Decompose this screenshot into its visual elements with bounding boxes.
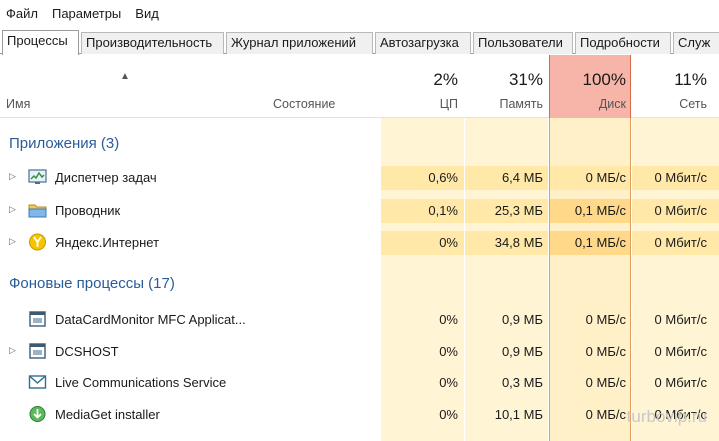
cpu-value: 0% — [439, 375, 458, 390]
disk-value: 0,1 МБ/с — [574, 203, 626, 218]
network-value: 0 Мбит/с — [654, 375, 707, 390]
tab-bar: Процессы Производительность Журнал прило… — [0, 30, 719, 55]
memory-value: 10,1 МБ — [494, 407, 543, 422]
process-name: Проводник — [55, 203, 121, 218]
tab-performance[interactable]: Производительность — [81, 32, 224, 54]
process-list: Приложения (3) ▷ Диспетчер задач 0,6% 6,… — [0, 118, 719, 441]
yandex-icon — [29, 233, 46, 251]
menu-options[interactable]: Параметры — [52, 6, 121, 21]
process-name: DataCardMonitor MFC Applicat... — [55, 312, 246, 327]
mediaget-icon — [29, 406, 46, 422]
tab-details[interactable]: Подробности — [575, 32, 671, 54]
tab-users[interactable]: Пользователи — [473, 32, 573, 54]
menu-bar: Файл Параметры Вид — [0, 0, 719, 26]
network-value: 0 Мбит/с — [654, 312, 707, 327]
header-disk[interactable]: Диск — [599, 97, 626, 111]
table-row[interactable]: ▷ Диспетчер задач 0,6% 6,4 МБ 0 МБ/с 0 М… — [0, 164, 719, 192]
network-value: 0 Мбит/с — [654, 203, 707, 218]
tab-app-history[interactable]: Журнал приложений — [226, 32, 373, 54]
expand-arrow-icon[interactable]: ▷ — [9, 345, 16, 356]
disk-value: 0 МБ/с — [585, 407, 626, 422]
memory-value: 25,3 МБ — [494, 203, 543, 218]
process-name: MediaGet installer — [55, 407, 160, 422]
memory-value: 0,9 МБ — [501, 344, 543, 359]
table-row[interactable]: ▷ DCSHOST 0% 0,9 МБ 0 МБ/с 0 Мбит/с — [0, 338, 719, 366]
disk-value: 0 МБ/с — [585, 344, 626, 359]
disk-value: 0,1 МБ/с — [574, 235, 626, 250]
memory-value: 6,4 МБ — [501, 170, 543, 185]
group-background[interactable]: Фоновые процессы (17) — [9, 275, 175, 292]
header-status[interactable]: Состояние — [273, 97, 335, 111]
expand-arrow-icon[interactable]: ▷ — [9, 171, 16, 182]
header-memory-pct[interactable]: 31% — [509, 70, 543, 90]
process-name: DCSHOST — [55, 344, 119, 359]
table-row[interactable]: MediaGet installer 0% 10,1 МБ 0 МБ/с 0 М… — [0, 401, 719, 429]
app-window-icon — [29, 311, 46, 327]
memory-value: 0,3 МБ — [501, 375, 543, 390]
network-value: 0 Мбит/с — [654, 344, 707, 359]
process-name: Яндекс.Интернет — [55, 235, 160, 250]
tab-services[interactable]: Служ — [673, 32, 719, 54]
memory-value: 34,8 МБ — [494, 235, 543, 250]
cpu-value: 0% — [439, 344, 458, 359]
header-name[interactable]: Имя — [6, 97, 30, 111]
disk-value: 0 МБ/с — [585, 312, 626, 327]
table-row[interactable]: DataCardMonitor MFC Applicat... 0% 0,9 М… — [0, 306, 719, 334]
header-network[interactable]: Сеть — [679, 97, 707, 111]
expand-arrow-icon[interactable]: ▷ — [9, 204, 16, 215]
tab-processes[interactable]: Процессы — [2, 30, 79, 55]
group-apps[interactable]: Приложения (3) — [9, 135, 119, 152]
process-name: Диспетчер задач — [55, 170, 157, 185]
explorer-icon — [28, 204, 47, 218]
header-disk-pct[interactable]: 100% — [583, 70, 626, 90]
cpu-value: 0% — [439, 312, 458, 327]
mail-icon — [28, 375, 47, 389]
menu-view[interactable]: Вид — [135, 6, 159, 21]
table-row[interactable]: ▷ Яндекс.Интернет 0% 34,8 МБ 0,1 МБ/с 0 … — [0, 229, 719, 257]
disk-value: 0 МБ/с — [585, 375, 626, 390]
cpu-value: 0% — [439, 407, 458, 422]
watermark: turbovip.ru — [626, 407, 707, 426]
column-header: ▲ Имя Состояние 2% ЦП 31% Память 100% Ди… — [0, 55, 719, 118]
app-window-icon — [29, 343, 46, 359]
header-cpu-pct[interactable]: 2% — [433, 70, 458, 90]
disk-value: 0 МБ/с — [585, 170, 626, 185]
memory-value: 0,9 МБ — [501, 312, 543, 327]
network-value: 0 Мбит/с — [654, 235, 707, 250]
cpu-value: 0,6% — [428, 170, 458, 185]
tab-startup[interactable]: Автозагрузка — [375, 32, 471, 54]
expand-arrow-icon[interactable]: ▷ — [9, 236, 16, 247]
cpu-value: 0% — [439, 235, 458, 250]
table-row[interactable]: Live Communications Service 0% 0,3 МБ 0 … — [0, 369, 719, 397]
process-name: Live Communications Service — [55, 375, 227, 390]
menu-file[interactable]: Файл — [6, 6, 38, 21]
table-row[interactable]: ▷ Проводник 0,1% 25,3 МБ 0,1 МБ/с 0 Мбит… — [0, 197, 719, 225]
header-memory[interactable]: Память — [499, 97, 543, 111]
network-value: 0 Мбит/с — [654, 170, 707, 185]
header-network-pct[interactable]: 11% — [674, 70, 707, 90]
task-manager-icon — [28, 169, 47, 184]
sort-up-icon[interactable]: ▲ — [120, 71, 130, 82]
header-cpu[interactable]: ЦП — [440, 97, 458, 111]
cpu-value: 0,1% — [428, 203, 458, 218]
